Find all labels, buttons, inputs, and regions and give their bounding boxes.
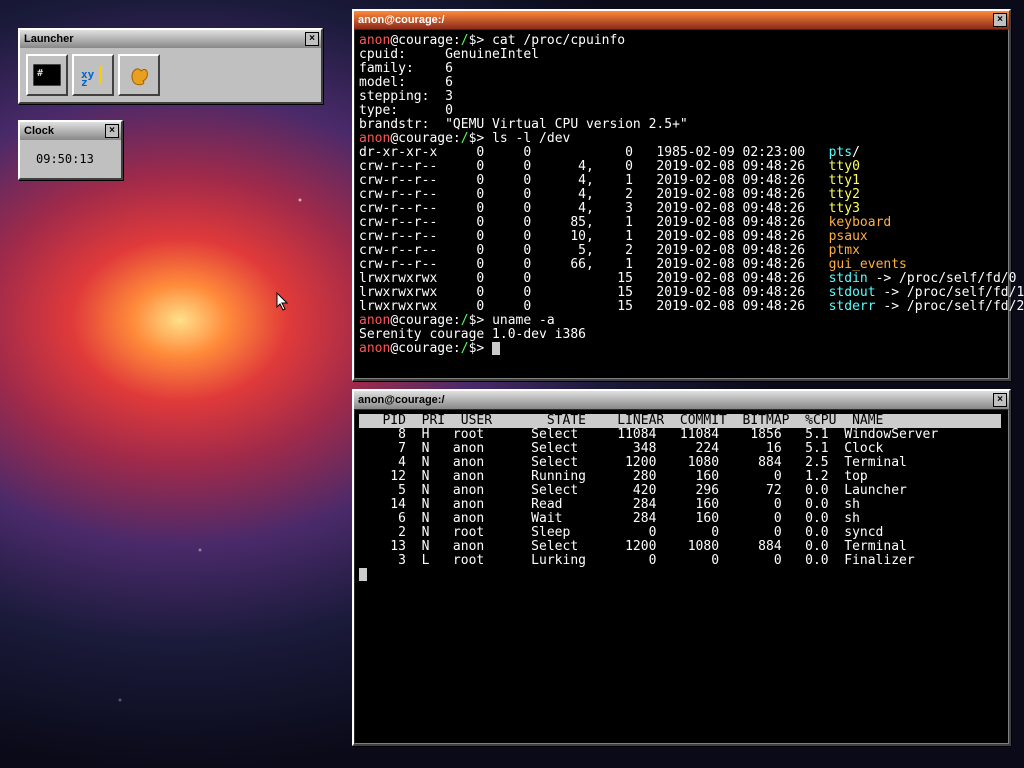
terminal1-body[interactable]: anon@courage:/$> cat /proc/cpuinfo cpuid… <box>354 29 1009 379</box>
terminal2-body[interactable]: PID PRI USER STATE LINEAR COMMIT BITMAP … <box>354 409 1009 744</box>
clock-title: Clock <box>22 125 105 137</box>
terminal1-titlebar[interactable]: anon@courage:/ × <box>354 11 1009 29</box>
launcher-body: # xyz <box>20 48 321 102</box>
svg-text:z: z <box>81 76 88 86</box>
launcher-titlebar[interactable]: Launcher × <box>20 30 321 48</box>
clock-titlebar[interactable]: Clock × <box>20 122 121 140</box>
terminal1-window[interactable]: anon@courage:/ × anon@courage:/$> cat /p… <box>352 9 1011 381</box>
terminal1-title: anon@courage:/ <box>356 14 993 26</box>
terminal2-titlebar[interactable]: anon@courage:/ × <box>354 391 1009 409</box>
font-editor-icon[interactable]: xyz <box>72 54 114 96</box>
close-icon[interactable]: × <box>993 13 1007 27</box>
clock-time: 09:50:13 <box>20 140 121 178</box>
close-icon[interactable]: × <box>305 32 319 46</box>
clock-window[interactable]: Clock × 09:50:13 <box>18 120 123 180</box>
launcher-window[interactable]: Launcher × # xyz <box>18 28 323 104</box>
close-icon[interactable]: × <box>105 124 119 138</box>
terminal2-window[interactable]: anon@courage:/ × PID PRI USER STATE LINE… <box>352 389 1011 746</box>
terminal2-title: anon@courage:/ <box>356 394 993 406</box>
terminal-icon[interactable]: # <box>26 54 68 96</box>
serenity-icon[interactable] <box>118 54 160 96</box>
svg-text:#: # <box>37 68 43 79</box>
cursor-pointer-icon <box>276 292 290 316</box>
close-icon[interactable]: × <box>993 393 1007 407</box>
launcher-title: Launcher <box>22 33 305 45</box>
